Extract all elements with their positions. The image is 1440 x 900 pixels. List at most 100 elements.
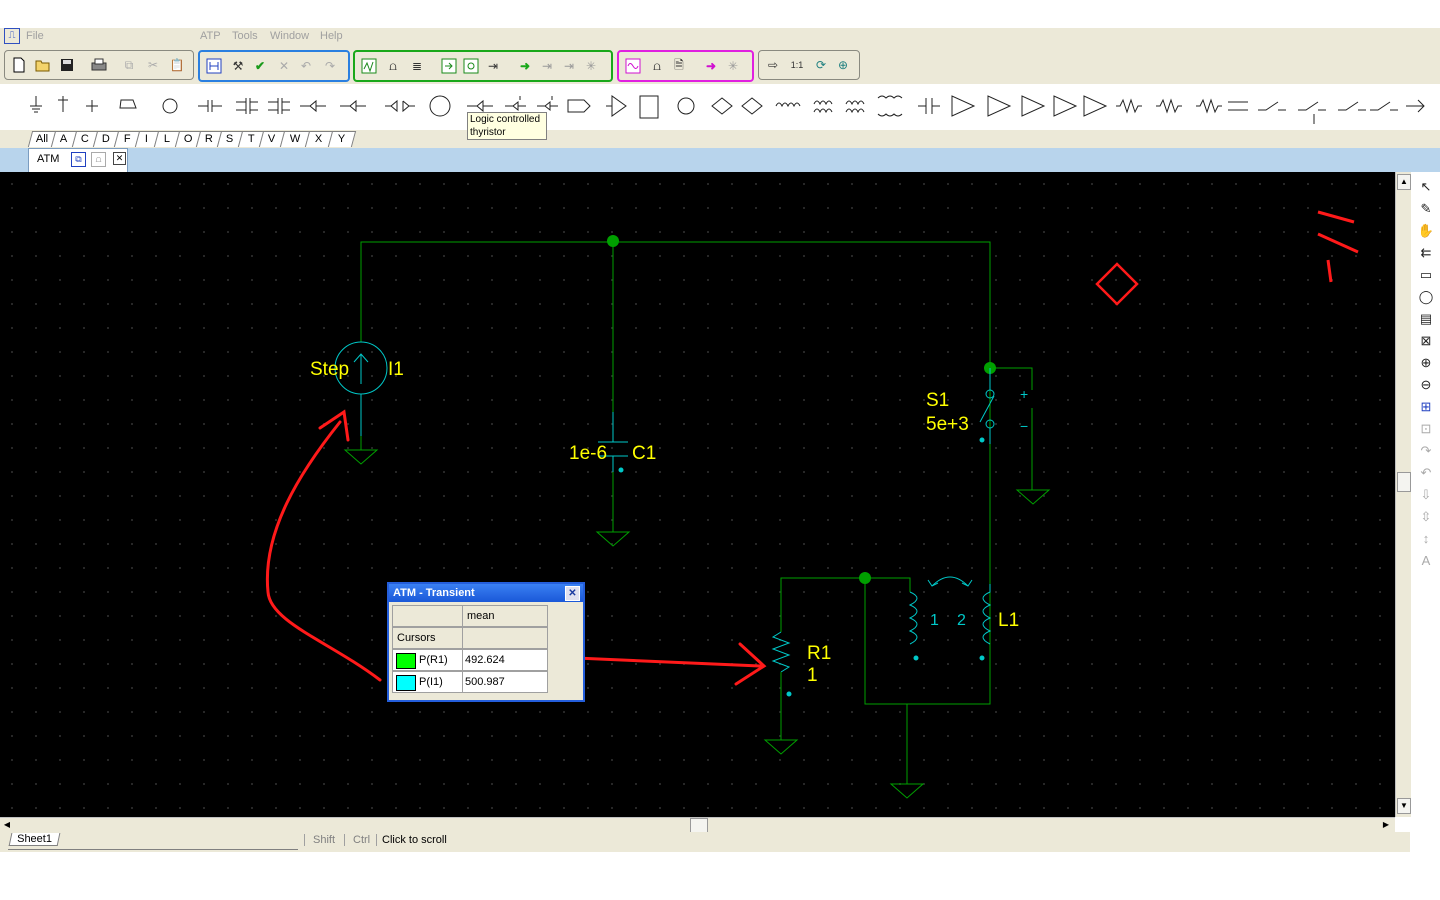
resistor-r1[interactable] [763,631,799,755]
sheet-tab[interactable]: Sheet1 [8,833,61,846]
component-palette[interactable] [0,84,1440,130]
tacs-component-icon [567,99,591,113]
pen-icon[interactable]: ✎ [1417,200,1435,218]
capacitor-c1[interactable] [595,412,631,547]
font-icon[interactable]: A [1417,552,1435,570]
status-hint: Click to scroll [376,834,447,846]
atm-icon[interactable] [204,57,224,75]
save-icon[interactable] [57,56,77,74]
cursors-value-cell [462,627,548,649]
menu-atp[interactable]: ATP [200,30,221,42]
text-icon[interactable]: ▤ [1417,310,1435,328]
probe2-icon[interactable]: ⩍ [647,57,667,75]
vertical-scrollbar[interactable]: ▲ ▼ [1395,172,1411,817]
scroll-right-icon[interactable]: ▶ [1380,818,1392,831]
library-tab-label: F [123,133,131,145]
plot-view-icon[interactable]: ⩍ [91,152,106,167]
menu-window[interactable]: Window [270,30,309,42]
buffer4-component-icon [1053,95,1078,117]
tooltip-line2: thyristor [470,127,506,138]
library-tabs: All A C D F I L O R S T V W X Y [0,130,1440,148]
paste-icon[interactable]: 📋 [167,56,187,74]
plus-icon[interactable]: ⊕ [833,56,853,74]
zoom-out-icon[interactable]: ⊖ [1417,376,1435,394]
buffer-component-icon [951,95,976,117]
print-icon[interactable] [89,56,109,74]
export-icon[interactable]: ⇨ [763,56,783,74]
wire-tool-icon[interactable]: ⇇ [1417,244,1435,262]
library-tab-label: W [289,133,301,145]
document-tab-atm[interactable]: ATM ⧉ ⩍ ✕ [28,148,128,173]
new-icon[interactable] [9,56,29,74]
file-toolbar-group: ⧉ ✂ 📋 [4,50,194,80]
mean-column-header[interactable]: mean [462,605,548,627]
line2-component-icon [1228,101,1248,111]
horizontal-scroll-thumb[interactable] [690,818,708,833]
tools-icon[interactable]: ⚒ [228,57,248,75]
r1-value-label: 1 [807,665,818,686]
cancel-icon[interactable]: ✳ [581,57,601,75]
library-tab-y[interactable]: Y [327,131,357,147]
fit-all-icon[interactable]: ⊡ [1417,420,1435,438]
transient-results-window[interactable]: ATM - Transient ✕ mean Cursors P(R1) 492… [387,582,585,702]
check-icon[interactable]: ✔ [250,57,270,75]
opamp-component-icon [606,95,627,117]
report-icon[interactable]: 🗎 [669,57,689,75]
fast-icon[interactable]: ⇥ [537,57,557,75]
diode-component-icon [300,99,326,113]
coupled-inductor-l1[interactable] [908,576,992,661]
pink-stop-icon[interactable]: ✳ [723,57,743,75]
next-icon[interactable]: ⇥ [483,57,503,75]
wave-icon[interactable] [623,57,643,75]
library-tab-label: C [80,133,89,145]
ellipse-icon[interactable]: ◯ [1417,288,1435,306]
scroll-up-icon[interactable]: ▲ [1397,174,1411,190]
vertical-scroll-thumb[interactable] [1397,472,1411,492]
pink-arrow-icon[interactable]: ➜ [701,57,721,75]
undo-icon[interactable]: ↶ [296,57,316,75]
step-icon[interactable] [461,57,481,75]
menu-file[interactable]: File [26,30,44,42]
i1-type-label: Step [310,359,350,380]
rotate-ccw-icon[interactable]: ↶ [1417,464,1435,482]
refresh-icon[interactable]: ⟳ [811,56,831,74]
stop-icon[interactable]: ⇥ [559,57,579,75]
menu-tools[interactable]: Tools [232,30,258,42]
scroll-left-icon[interactable]: ◀ [1,818,13,831]
rotate-icon[interactable]: ↷ [1417,442,1435,460]
scroll-down-icon[interactable]: ▼ [1397,798,1411,814]
tooltip-line1: Logic controlled [470,114,541,125]
right-tool-strip: ↖ ✎ ✋ ⇇ ▭ ◯ ▤ ⊠ ⊕ ⊖ ⊞ ⊡ ↷ ↶ ⇩ ⇳ ↕ A [1411,172,1440,817]
close-tab-icon[interactable]: ✕ [113,152,126,165]
close-window-icon[interactable]: ✕ [565,586,580,601]
flip-h-icon[interactable]: ⇳ [1417,508,1435,526]
flip-v-icon[interactable]: ⇩ [1417,486,1435,504]
zoom-in-icon[interactable]: ⊕ [1417,354,1435,372]
rectangle-icon[interactable]: ▭ [1417,266,1435,284]
image-icon[interactable]: ⊠ [1417,332,1435,350]
delete-icon[interactable]: ✕ [274,57,294,75]
capacitor-component-icon [198,100,222,112]
p-r1-label: P(R1) [419,654,448,666]
hand-icon[interactable]: ✋ [1417,222,1435,240]
transient-window-titlebar[interactable]: ATM - Transient ✕ [389,584,583,602]
align-icon[interactable]: ↕ [1417,530,1435,548]
atm-editor-icon[interactable]: ⧉ [71,152,86,167]
pointer-icon[interactable]: ↖ [1417,178,1435,196]
forward-icon[interactable]: ➜ [515,57,535,75]
horizontal-scrollbar[interactable]: ◀ ▶ [0,817,1395,833]
open-icon[interactable] [33,56,53,74]
list-icon[interactable]: ≣ [407,57,427,75]
p-i1-color-swatch [396,675,416,691]
run-icon[interactable] [439,57,459,75]
schematic-canvas[interactable]: Step I1 1e-6 C1 S1 5e+3 + − R1 1 1 2 L1 [0,172,1395,817]
menu-help[interactable]: Help [320,30,343,42]
cut-icon[interactable]: ✂ [143,56,163,74]
plot-icon[interactable] [359,57,379,75]
probe-icon[interactable]: ⩍ [383,57,403,75]
counter-icon[interactable]: 1:1 [787,56,807,74]
redo-icon[interactable]: ↷ [320,57,340,75]
copy-icon[interactable]: ⧉ [119,56,139,74]
library-tab-label: R [204,133,213,145]
fit-icon[interactable]: ⊞ [1417,398,1435,416]
